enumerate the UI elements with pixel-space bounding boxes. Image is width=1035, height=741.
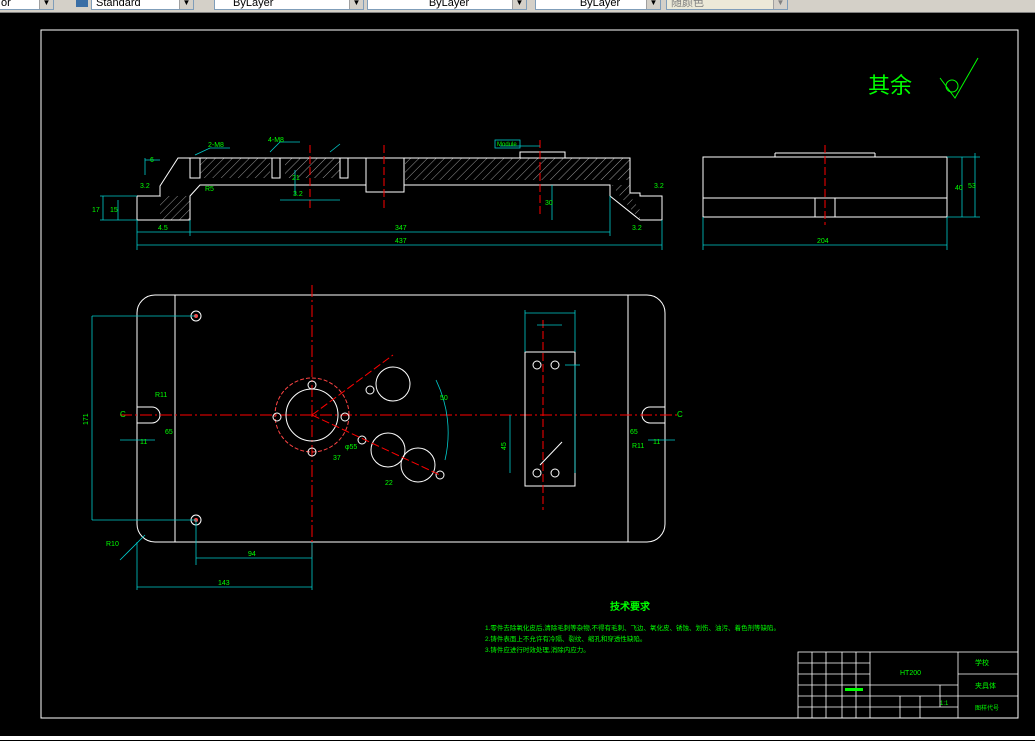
lineweight-select-value: ByLayer (580, 0, 620, 9)
roughness-symbol-icon (940, 58, 978, 98)
dim-45: 45 (501, 442, 508, 450)
dim-r5: R5 (205, 186, 214, 193)
section-mark-c-right: C (677, 410, 683, 419)
module-flag: Module (497, 142, 517, 148)
tech-title: 技术要求 (610, 600, 651, 613)
linetype-select[interactable]: ByLayer ▼ (367, 0, 527, 10)
drawing-border (41, 30, 1018, 718)
dim-r11-left: R11 (155, 392, 167, 399)
dim-4m8: 4-M8 (268, 137, 284, 144)
dim-143: 143 (218, 580, 230, 587)
dim-2m8: 2-M8 (208, 142, 224, 149)
front-section-view: 2-M8 4-M8 6 17 15 4.5 347 437 30 R5 3.2 … (92, 137, 664, 250)
technical-requirements: 技术要求 1.零件去除氧化皮后,清除毛刺等杂物,不得有毛刺、飞边、氧化皮、锈蚀、… (485, 600, 780, 654)
drawing-canvas[interactable]: 其余 (0, 12, 1035, 736)
dim-30: 30 (545, 200, 553, 207)
title-block: HT200 1:1 图样代号 学校 夹具体 (798, 652, 1018, 718)
dim-347: 347 (395, 225, 407, 232)
command-line[interactable] (0, 736, 1035, 740)
tech-line-3: 3.铸件应进行时效处理,消除内应力。 (485, 645, 590, 654)
tech-line-2: 2.铸件表面上不允许有冷隔、裂纹、缩孔和穿透性缺陷。 (485, 634, 646, 643)
chevron-down-icon[interactable]: ▼ (179, 0, 193, 10)
roughness-3-2-d: 3.2 (293, 191, 303, 198)
chevron-down-icon[interactable]: ▼ (646, 0, 660, 10)
scale-cell: 1:1 (940, 701, 949, 707)
dim-11-left: 11 (140, 439, 147, 446)
chevron-down-icon[interactable]: ▼ (39, 0, 53, 10)
text-style-icon[interactable] (76, 0, 88, 7)
dim-437: 437 (395, 238, 407, 245)
plan-view: 171 94 143 R10 R11 R11 11 11 65 65 45 φ5… (83, 285, 683, 590)
chevron-down-icon[interactable]: ▼ (512, 0, 526, 10)
roughness-3-2-b: 3.2 (654, 183, 664, 190)
chevron-down-icon[interactable]: ▼ (773, 0, 787, 10)
plotstyle-select-value: 随颜色 (671, 0, 704, 9)
dim-40: 40 (955, 185, 963, 192)
roughness-3-2-a: 3.2 (140, 183, 150, 190)
part-name-cell: 夹具体 (975, 681, 996, 690)
dim-r11-right: R11 (632, 443, 644, 450)
roughness-note: 其余 (868, 73, 912, 98)
dim-15: 15 (110, 207, 118, 214)
lineweight-select[interactable]: ByLayer ▼ (535, 0, 661, 10)
tech-line-1: 1.零件去除氧化皮后,清除毛刺等杂物,不得有毛刺、飞边、氧化皮、锈蚀、划伤、油污… (485, 623, 780, 632)
drawing-no-cell: 图样代号 (975, 704, 999, 712)
dim-171: 171 (83, 413, 90, 425)
dim-65-right: 65 (630, 429, 638, 436)
dim-94: 94 (248, 551, 256, 558)
dim-37: 37 (333, 455, 341, 462)
workspace-select[interactable]: or ▼ (0, 0, 54, 10)
dim-65-left: 65 (165, 429, 173, 436)
plotstyle-select[interactable]: 随颜色 ▼ (666, 0, 788, 10)
dim-17: 17 (92, 207, 100, 214)
text-style-value: Standard (96, 0, 141, 9)
section-mark-c-left: C (120, 410, 126, 419)
material-cell: HT200 (900, 670, 921, 677)
dim-53: 53 (968, 183, 976, 190)
dim-22: 22 (385, 480, 393, 487)
cad-drawing: 其余 (0, 12, 1035, 736)
dim-50: 50 (440, 395, 448, 402)
side-view: 204 40 53 (703, 145, 980, 250)
dim-6: 6 (150, 157, 154, 164)
linetype-select-value: ByLayer (429, 0, 469, 9)
chevron-down-icon[interactable]: ▼ (349, 0, 363, 10)
color-select[interactable]: ByLayer ▼ (214, 0, 364, 10)
roughness-3-2-c: 3.2 (632, 225, 642, 232)
color-select-value: ByLayer (233, 0, 273, 9)
dim-21: 21 (292, 175, 300, 182)
workspace-select-value: or (1, 0, 11, 9)
text-style-select[interactable]: Standard ▼ (91, 0, 194, 10)
dim-204: 204 (817, 238, 829, 245)
dim-11-right: 11 (653, 439, 660, 446)
dim-4-5: 4.5 (158, 225, 168, 232)
company-cell: 学校 (975, 658, 989, 667)
dim-phi55: φ55 (345, 444, 357, 451)
dim-r10: R10 (106, 541, 119, 548)
